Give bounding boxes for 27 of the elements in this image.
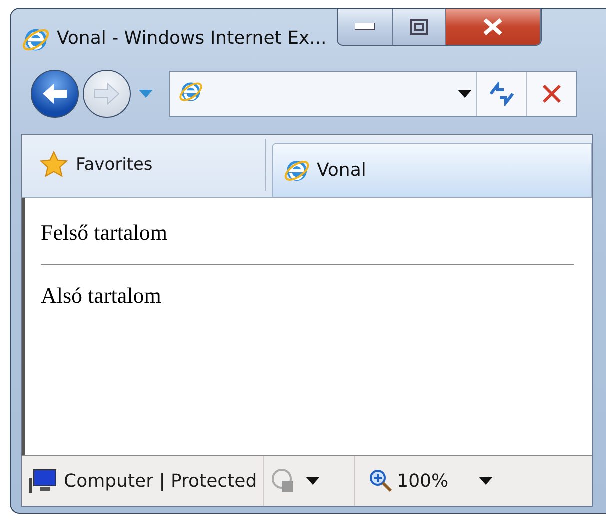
caret-icon (478, 477, 493, 485)
star-icon (40, 151, 68, 179)
favorites-button[interactable]: Favorites (22, 139, 266, 191)
refresh-icon (488, 82, 516, 106)
security-zone-text: Computer | Protected (64, 470, 258, 492)
caret-icon (306, 477, 320, 485)
maximize-icon (410, 19, 428, 35)
minimize-button[interactable] (338, 9, 393, 45)
forward-arrow-icon (93, 82, 121, 106)
window-title: Vonal - Windows Internet Ex... (57, 28, 327, 49)
zoom-icon (369, 469, 394, 493)
top-text: Felső tartalom (41, 220, 168, 246)
maximize-button[interactable] (392, 9, 446, 45)
back-arrow-icon (41, 82, 69, 106)
zoom-level-text: 100% (397, 470, 449, 492)
back-button[interactable] (31, 70, 79, 118)
computer-icon (28, 468, 58, 494)
close-button[interactable] (446, 9, 541, 45)
close-icon (482, 18, 503, 36)
stop-icon (542, 84, 562, 104)
caret-icon (458, 90, 472, 98)
forward-button[interactable] (83, 70, 131, 118)
browser-tab[interactable]: Vonal (272, 143, 592, 197)
address-field[interactable] (169, 71, 577, 117)
bottom-text: Alsó tartalom (41, 283, 162, 309)
caret-icon (139, 90, 153, 98)
minimize-icon (354, 23, 375, 31)
